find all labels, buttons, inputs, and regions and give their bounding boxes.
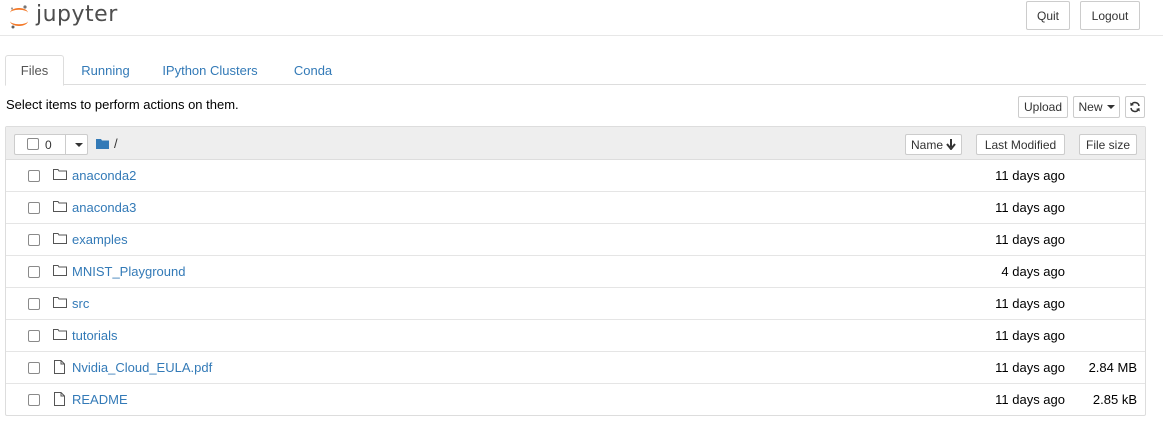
file-list-header: 0 / Name Last Modified File size [6, 127, 1145, 160]
file-name-link[interactable]: anaconda3 [72, 200, 136, 215]
file-row[interactable]: tutorials 11 days ago [6, 320, 1145, 352]
last-modified: 11 days ago [995, 360, 1065, 375]
arrow-down-icon [946, 139, 956, 150]
new-dropdown-button[interactable]: New [1073, 96, 1120, 118]
row-checkbox[interactable] [28, 202, 40, 214]
folder-icon [53, 201, 67, 212]
tab-conda[interactable]: Conda [281, 55, 345, 85]
folder-icon[interactable] [96, 138, 109, 149]
last-modified: 11 days ago [995, 232, 1065, 247]
folder-icon [53, 233, 67, 244]
file-icon [54, 392, 65, 406]
row-checkbox[interactable] [28, 298, 40, 310]
file-name-link[interactable]: src [72, 296, 89, 311]
file-row[interactable]: anaconda2 11 days ago [6, 160, 1145, 192]
folder-icon [53, 169, 67, 180]
breadcrumb: / [96, 136, 118, 151]
last-modified: 11 days ago [995, 392, 1065, 407]
last-modified: 11 days ago [995, 328, 1065, 343]
row-checkbox[interactable] [28, 362, 40, 374]
quit-button[interactable]: Quit [1026, 1, 1070, 30]
select-dropdown-caret-icon[interactable] [75, 143, 83, 147]
file-name-link[interactable]: tutorials [72, 328, 118, 343]
sort-name-label: Name [910, 137, 943, 152]
row-checkbox[interactable] [28, 266, 40, 278]
file-size: 2.84 MB [1088, 360, 1137, 375]
folder-icon [53, 265, 67, 276]
breadcrumb-root[interactable]: / [114, 136, 118, 151]
caret-down-icon [1106, 105, 1115, 109]
app-header: jupyter Quit Logout [0, 0, 1163, 36]
tab-bar: Files Running IPython Clusters Conda [5, 55, 1146, 86]
last-modified: 11 days ago [995, 200, 1065, 215]
selected-count: 0 [45, 138, 52, 152]
sort-file-size-button[interactable]: File size [1079, 134, 1137, 155]
refresh-button[interactable] [1125, 96, 1145, 118]
sort-last-modified-button[interactable]: Last Modified [976, 134, 1065, 155]
last-modified: 4 days ago [1001, 264, 1065, 279]
file-name-link[interactable]: MNIST_Playground [72, 264, 185, 279]
tab-running[interactable]: Running [69, 55, 142, 85]
file-size: 2.85 kB [1092, 392, 1137, 407]
file-row[interactable]: src 11 days ago [6, 288, 1145, 320]
sort-name-button[interactable]: Name [905, 134, 962, 155]
last-modified: 11 days ago [995, 296, 1065, 311]
tab-ipython-clusters[interactable]: IPython Clusters [154, 55, 266, 85]
selection-hint: Select items to perform actions on them. [6, 97, 239, 112]
tab-files[interactable]: Files [5, 55, 64, 86]
logo-text: jupyter [36, 1, 118, 27]
logout-button[interactable]: Logout [1080, 1, 1140, 30]
row-checkbox[interactable] [28, 394, 40, 406]
select-all-control[interactable]: 0 [14, 134, 88, 155]
row-checkbox[interactable] [28, 234, 40, 246]
row-checkbox[interactable] [28, 330, 40, 342]
file-row[interactable]: MNIST_Playground 4 days ago [6, 256, 1145, 288]
upload-button[interactable]: Upload [1018, 96, 1068, 118]
last-modified: 11 days ago [995, 168, 1065, 183]
row-checkbox[interactable] [28, 170, 40, 182]
file-row[interactable]: Nvidia_Cloud_EULA.pdf 11 days ago 2.84 MB [6, 352, 1145, 384]
folder-icon [53, 297, 67, 308]
file-row[interactable]: anaconda3 11 days ago [6, 192, 1145, 224]
refresh-icon [1130, 101, 1140, 113]
file-list: 0 / Name Last Modified File size anacond… [5, 126, 1146, 416]
folder-icon [53, 329, 67, 340]
file-row[interactable]: README 11 days ago 2.85 kB [6, 384, 1145, 416]
jupyter-logo[interactable]: jupyter [8, 2, 118, 32]
new-label: New [1078, 100, 1103, 114]
file-name-link[interactable]: anaconda2 [72, 168, 136, 183]
file-name-link[interactable]: README [72, 392, 128, 407]
file-name-link[interactable]: examples [72, 232, 128, 247]
file-row[interactable]: examples 11 days ago [6, 224, 1145, 256]
divider [65, 135, 66, 154]
file-icon [54, 360, 65, 374]
jupyter-logo-icon [10, 5, 28, 29]
file-name-link[interactable]: Nvidia_Cloud_EULA.pdf [72, 360, 212, 375]
select-all-checkbox[interactable] [27, 138, 39, 150]
